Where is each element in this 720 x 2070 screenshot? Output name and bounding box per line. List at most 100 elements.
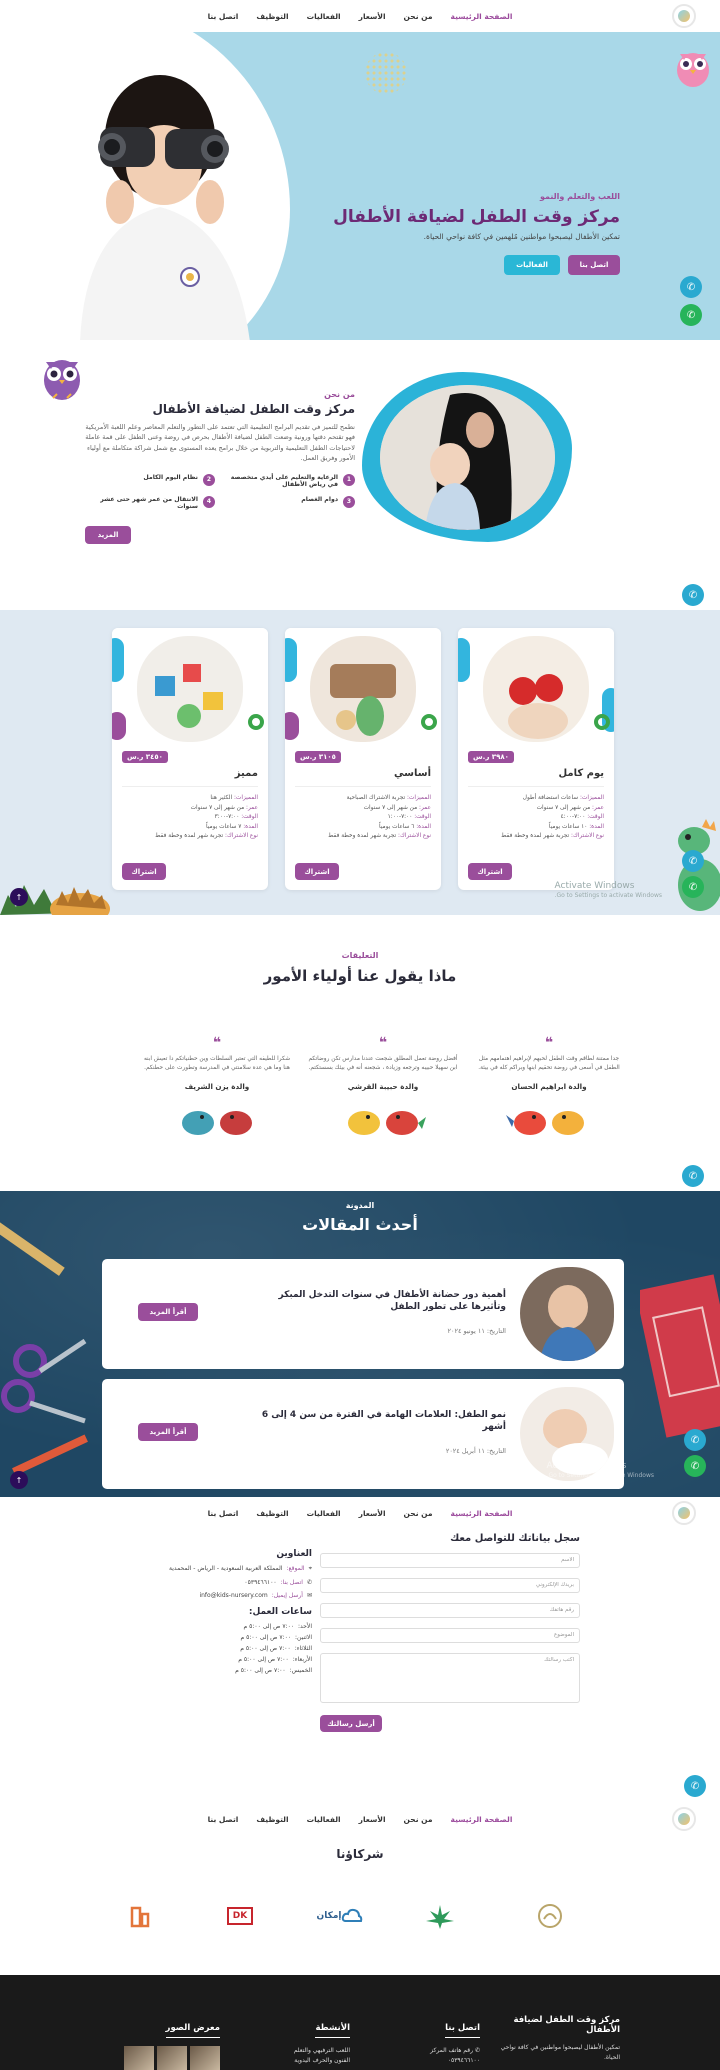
phone-float-icon[interactable]: ✆ <box>682 850 704 872</box>
partner-logo-emblem <box>515 1899 585 1933</box>
about-photo-frame <box>362 372 572 542</box>
footer-contact-phone[interactable]: ٠٥٣٩٤٦٦١٠٠ <box>448 2057 480 2064</box>
phone-float-icon[interactable]: ✆ <box>682 1165 704 1187</box>
site-logo[interactable] <box>672 1501 696 1525</box>
testimonials-section: التعليقات ماذا يقول عنا أولياء الأمور ❝ … <box>0 915 720 1191</box>
nav-about[interactable]: من نحن <box>404 1815 433 1824</box>
card-image <box>458 628 614 748</box>
feature-text: نظام اليوم الكامل <box>143 473 198 481</box>
email-field[interactable]: بريدك الإلكتروني <box>320 1578 580 1593</box>
post-title[interactable]: نمو الطفل: العلامات الهامة في الفترة من … <box>246 1409 506 1433</box>
detail-key: عمر: <box>592 804 604 811</box>
contact-section: سجل بياناتك للتواصل معك الاسم بريدك الإل… <box>0 1529 720 1834</box>
activity-link[interactable]: اللعب الترفيهي والتعلم <box>250 2046 350 2056</box>
partners-section: شركاؤنا إمكان DK <box>0 1835 720 1975</box>
whatsapp-float-icon[interactable]: ✆ <box>682 876 704 898</box>
address-row: ⌖ الموقع: المملكة العربية السعودية - الريا… <box>160 1565 312 1573</box>
day-label: الاثنين: <box>295 1634 312 1641</box>
windows-watermark: Activate Windows Go to Settings to activa… <box>547 1461 654 1479</box>
birds-illustration <box>506 1110 584 1135</box>
feature-item: 2 نظام اليوم الكامل <box>85 473 215 488</box>
feature-text: الانتقال من عمر شهر حتى عشر سنوات <box>100 495 198 510</box>
send-message-button[interactable]: أرسل رسالتك <box>320 1715 382 1732</box>
detail-value: ٦ ساعات يومياً <box>379 823 415 830</box>
nav-about[interactable]: من نحن <box>404 12 433 21</box>
phone-float-icon[interactable]: ✆ <box>684 1429 706 1451</box>
plan-name: يوم كامل <box>558 768 604 779</box>
detail-value: تجربة شهر لمدة وخطة فقط <box>501 833 570 840</box>
subscribe-button[interactable]: اشتراك <box>295 863 339 880</box>
detail-value: ساعات استضافة أطول <box>522 795 579 801</box>
nav-contact[interactable]: اتصل بنا <box>208 12 239 21</box>
scroll-top-icon[interactable]: ↑ <box>10 888 28 906</box>
scroll-top-icon[interactable]: ↑ <box>10 1471 28 1489</box>
whatsapp-float-icon[interactable]: ✆ <box>680 304 702 326</box>
post-title[interactable]: أهمية دور حضانة الأطفال في سنوات التدخل … <box>246 1289 506 1313</box>
whatsapp-float-icon[interactable]: ✆ <box>684 1455 706 1477</box>
detail-key: عمر: <box>246 804 258 811</box>
testimonial-card: ❝ جدا ممتنة لطاقم وقت الطفل لحبهم لإبراه… <box>474 1035 624 1145</box>
nav-events[interactable]: الفعاليات <box>307 1509 341 1518</box>
hero-text: اللعب والتعلم والنمو مركز وقت الطفل لضيا… <box>290 192 620 275</box>
read-more-button[interactable]: أقرأ المزيد <box>138 1423 198 1441</box>
gallery-image[interactable] <box>124 2046 154 2070</box>
site-logo[interactable] <box>672 1807 696 1831</box>
nav-home[interactable]: الصفحة الرئيسية <box>451 12 513 21</box>
hero-title: مركز وقت الطفل لضيافة الأطفال <box>333 207 620 227</box>
about-features: 1 الرعاية والتعليم على أيدي متخصصة في ريا… <box>85 473 355 510</box>
deco-shape <box>285 638 297 682</box>
site-logo[interactable] <box>672 4 696 28</box>
info-value[interactable]: info@kids-nursery.com <box>199 1592 267 1599</box>
name-field[interactable]: الاسم <box>320 1553 580 1568</box>
info-value[interactable]: ٠٥٣٩٤٦٦١٠٠ <box>244 1579 276 1586</box>
nav-events[interactable]: الفعاليات <box>307 1815 341 1824</box>
phone-float-icon[interactable]: ✆ <box>684 1775 706 1797</box>
deco-shape <box>248 714 264 730</box>
nav-jobs[interactable]: التوظيف <box>256 1815 288 1824</box>
feature-item: 4 الانتقال من عمر شهر حتى عشر سنوات <box>85 495 215 510</box>
gallery-image[interactable] <box>190 2046 220 2070</box>
sticky-nav: الصفحة الرئيسية من نحن الأسعار الفعاليات… <box>0 1497 720 1529</box>
nav-jobs[interactable]: التوظيف <box>256 12 288 21</box>
subscribe-button[interactable]: اشتراك <box>122 863 166 880</box>
plan-price: ٣١٠٥ ر.س <box>295 751 341 763</box>
subject-field[interactable]: الموضوع <box>320 1628 580 1643</box>
deco-shape <box>112 638 124 682</box>
gallery-image[interactable] <box>157 2046 187 2070</box>
nav-home[interactable]: الصفحة الرئيسية <box>451 1509 513 1518</box>
nav-events[interactable]: الفعاليات <box>307 12 341 21</box>
contact-button[interactable]: اتصل بنا <box>568 255 620 275</box>
nav-contact[interactable]: اتصل بنا <box>208 1509 239 1518</box>
detail-key: الوقت: <box>414 814 431 821</box>
birds-illustration <box>348 1110 426 1135</box>
day-label: الأربعاء: <box>292 1656 312 1663</box>
mail-icon: ✉ <box>306 1592 312 1599</box>
nav-prices[interactable]: الأسعار <box>359 1815 386 1824</box>
toys-photo <box>137 636 243 742</box>
footer: مركز وقت الطفل لضيافة الأطفال تمكين الأط… <box>0 1975 720 2070</box>
phone-float-icon[interactable]: ✆ <box>682 584 704 606</box>
day-label: الأحد: <box>298 1623 312 1630</box>
subscribe-button[interactable]: اشتراك <box>468 863 512 880</box>
message-field[interactable]: اكتب رسالتك <box>320 1653 580 1703</box>
events-button[interactable]: الفعاليات <box>504 255 560 275</box>
more-button[interactable]: المزيد <box>85 525 131 544</box>
nav-about[interactable]: من نحن <box>404 1509 433 1518</box>
nav-contact[interactable]: اتصل بنا <box>208 1815 239 1824</box>
activity-link[interactable]: الفنون والحرف اليدوية <box>250 2056 350 2066</box>
contact-info: العناوين ⌖ الموقع: المملكة العربية السعودي… <box>160 1549 312 1678</box>
nav-jobs[interactable]: التوظيف <box>256 1509 288 1518</box>
nav-prices[interactable]: الأسعار <box>359 12 386 21</box>
purple-owl-decoration <box>44 360 80 400</box>
nav-prices[interactable]: الأسعار <box>359 1509 386 1518</box>
windows-watermark: Activate Windows Go to Settings to activa… <box>555 881 662 899</box>
detail-key: المدة: <box>243 823 258 830</box>
feature-text: دوام الغصام <box>301 495 338 503</box>
nav-home[interactable]: الصفحة الرئيسية <box>451 1815 513 1824</box>
quote-icon: ❝ <box>544 1035 554 1051</box>
read-more-button[interactable]: أقرأ المزيد <box>138 1303 198 1321</box>
phone-field[interactable]: رقم هاتفك <box>320 1603 580 1618</box>
phone-float-icon[interactable]: ✆ <box>680 276 702 298</box>
notebook-decoration <box>640 1274 720 1438</box>
detail-value: تجربة شهر لمدة وخطة فقط <box>328 833 397 840</box>
